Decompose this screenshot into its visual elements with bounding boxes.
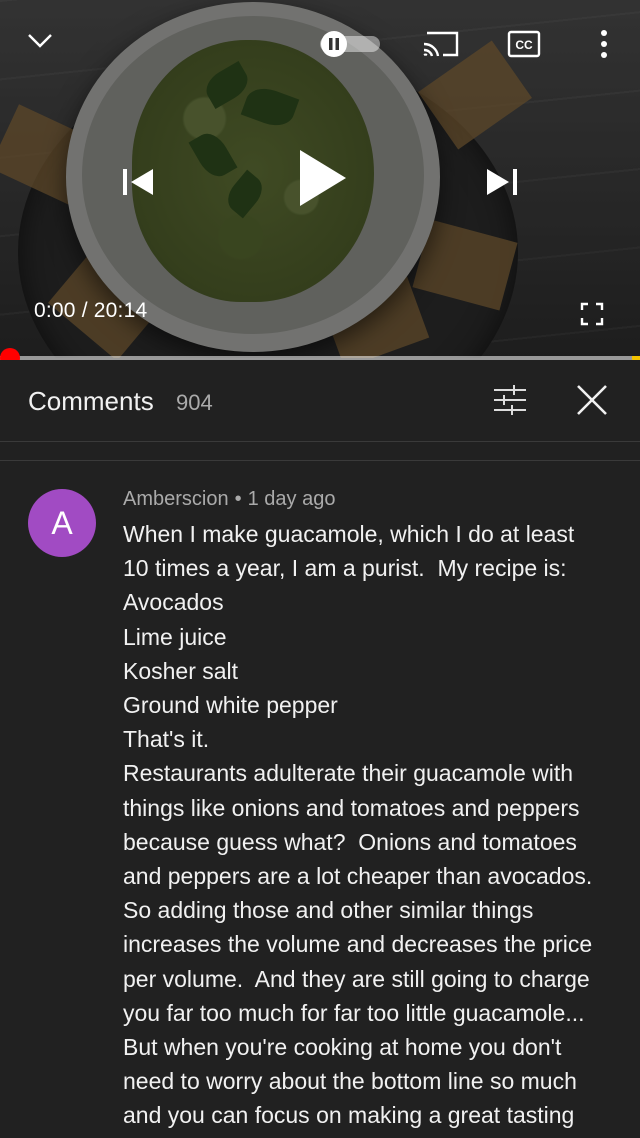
comment-line: Avocados: [123, 589, 224, 616]
comment-line: 10 times a year, I am a purist. My recip…: [123, 555, 567, 582]
header-divider: [0, 443, 640, 461]
fullscreen-icon[interactable]: [576, 298, 608, 330]
comment-line: But when you're cooking at home you don'…: [123, 1034, 562, 1061]
comment-line: need to worry about the bottom line so m…: [123, 1068, 577, 1095]
comment-line: So adding those and other similar things: [123, 897, 534, 924]
comments-count: 904: [176, 390, 213, 415]
comment-line: per volume. And they are still going to …: [123, 965, 590, 992]
comment-author[interactable]: Amberscion: [123, 488, 229, 510]
comment-line: you far too much for far too little guac…: [123, 999, 585, 1026]
comment-line: Ground white pepper: [123, 692, 338, 719]
meta-bullet: •: [234, 488, 242, 510]
play-icon[interactable]: [292, 146, 352, 210]
comment-line: because guess what? Onions and tomatoes: [123, 828, 577, 855]
comment-line: Lime juice: [123, 623, 227, 650]
comment-line: When I make guacamole, which I do at lea…: [123, 521, 575, 547]
comments-title: Comments: [28, 386, 154, 416]
comment-line: Restaurants adulterate their guacamole w…: [123, 760, 574, 787]
skip-previous-icon[interactable]: [116, 160, 160, 204]
closed-captions-icon[interactable]: CC: [506, 28, 542, 60]
comment-line: Kosher salt: [123, 657, 239, 684]
comment-age: 1 day ago: [247, 488, 336, 510]
comment-line: That's it.: [123, 726, 210, 753]
video-player[interactable]: CC 0:00 / 20:14: [0, 0, 640, 358]
more-vert-icon[interactable]: [590, 26, 618, 62]
comments-header: Comments 904: [0, 360, 640, 442]
chevron-down-icon[interactable]: [22, 26, 58, 56]
comment-line: and you can focus on making a great tast…: [123, 1102, 575, 1129]
duration: 20:14: [93, 299, 148, 322]
time-separator: /: [75, 299, 94, 322]
close-icon[interactable]: [572, 380, 612, 420]
avatar-letter: A: [51, 504, 73, 541]
autoplay-toggle-icon[interactable]: [318, 30, 382, 58]
comment-meta: Amberscion • 1 day ago: [123, 488, 335, 511]
cast-icon[interactable]: [420, 28, 462, 60]
comment-line: things like onions and tomatoes and pepp…: [123, 794, 580, 821]
sort-filter-icon[interactable]: [490, 382, 530, 418]
comment-body: When I make guacamole, which I do at lea…: [123, 517, 623, 1133]
current-time: 0:00: [34, 299, 76, 322]
comment-line: and peppers are a lot cheaper than avoca…: [123, 863, 593, 890]
time-display: 0:00 / 20:14: [34, 299, 147, 323]
captions-label: CC: [515, 38, 533, 52]
comment-line: increases the volume and decreases the p…: [123, 931, 593, 958]
skip-next-icon[interactable]: [480, 160, 524, 204]
avatar[interactable]: A: [28, 489, 96, 557]
